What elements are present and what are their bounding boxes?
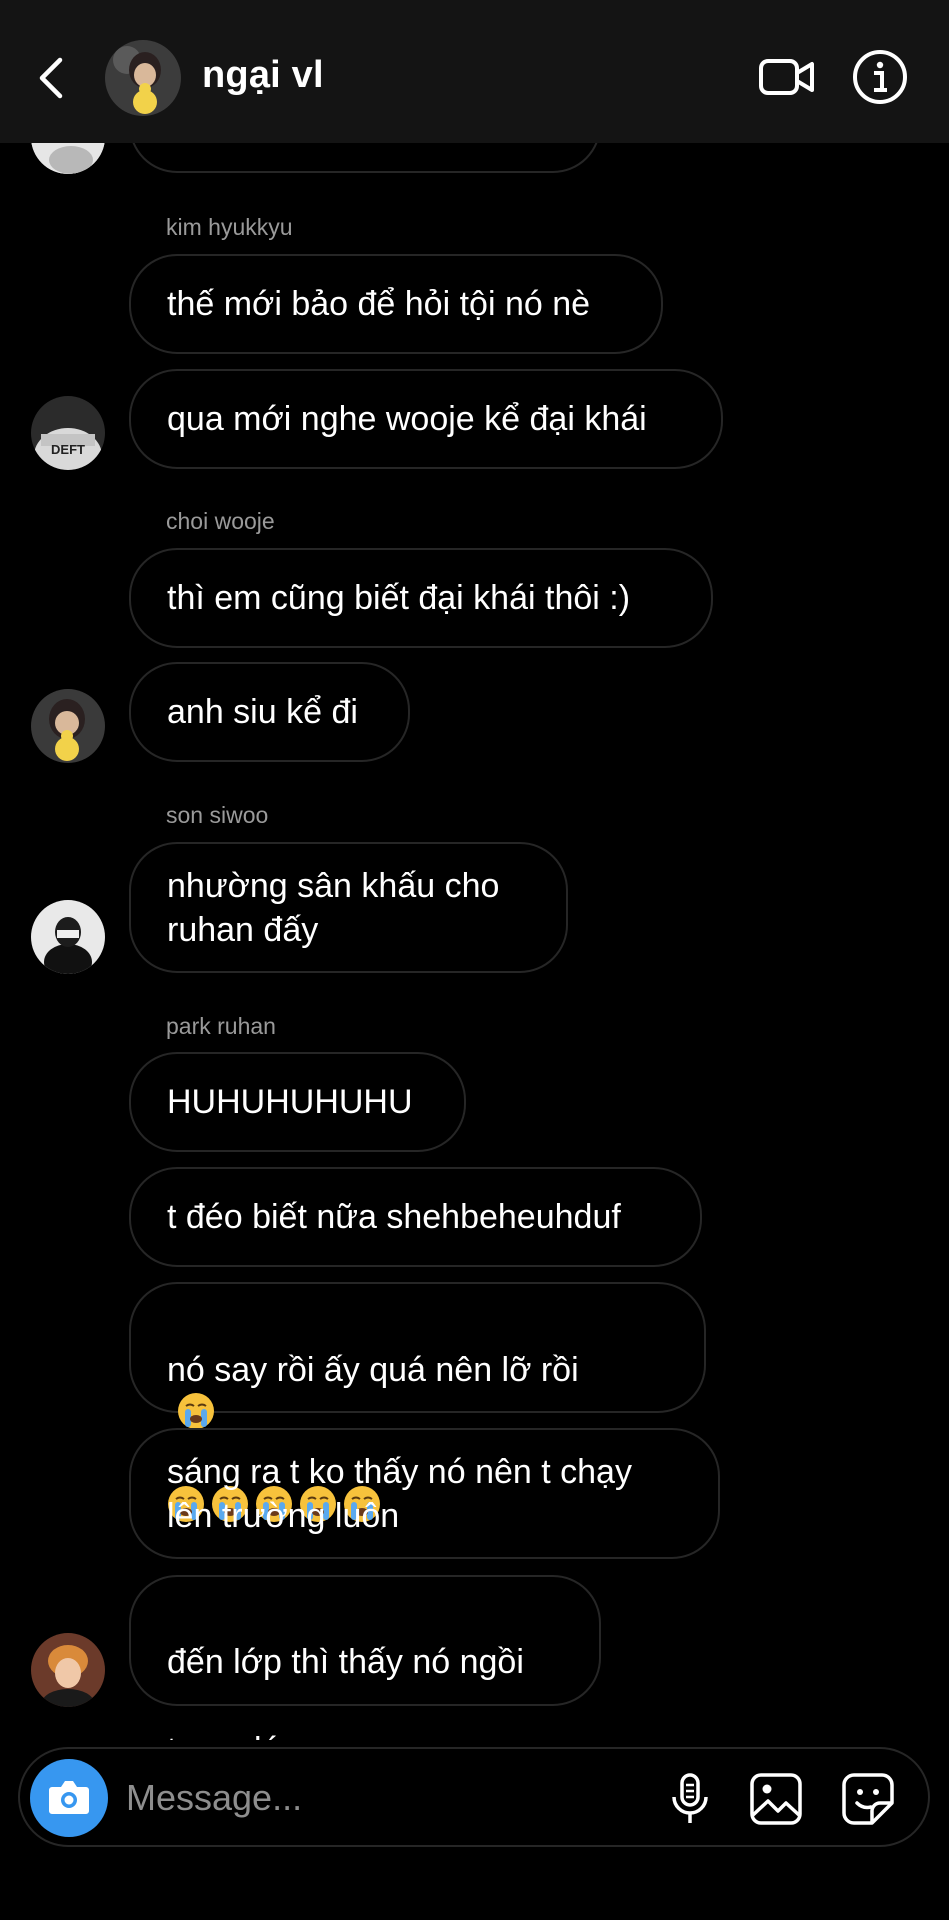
- message-input[interactable]: [124, 1769, 648, 1827]
- avatar-text: DEFT: [51, 442, 85, 457]
- chat-header: ngại vl: [0, 0, 949, 143]
- avatar[interactable]: [31, 1633, 105, 1707]
- sticker-button[interactable]: [840, 1771, 896, 1832]
- image-icon: [750, 1773, 802, 1825]
- info-icon: [853, 50, 907, 104]
- message-bubble[interactable]: sáng ra t ko thấy nó nên t chạy lên trườ…: [129, 1428, 720, 1559]
- message-bubble[interactable]: thì em cũng biết đại khái thôi :): [129, 548, 713, 648]
- message-composer: [18, 1747, 930, 1847]
- camera-icon: [49, 1781, 89, 1814]
- avatar[interactable]: DEFT: [31, 396, 105, 470]
- message-text: nó say rồi ấy quá nên lỡ rồi: [167, 1351, 579, 1389]
- video-call-button[interactable]: [758, 48, 816, 111]
- chat-title[interactable]: ngại vl: [202, 54, 324, 97]
- message-text: trong lớp: [167, 1731, 303, 1740]
- message-text: đến lớp thì thấy nó ngồi: [167, 1643, 524, 1681]
- message-bubble[interactable]: anh siu kể đi: [129, 662, 410, 762]
- sender-name: park ruhan: [166, 1013, 276, 1039]
- chevron-left-icon: [39, 57, 63, 99]
- gallery-button[interactable]: [748, 1771, 804, 1832]
- info-button[interactable]: [851, 48, 909, 111]
- avatar[interactable]: [31, 900, 105, 974]
- camera-button[interactable]: [30, 1759, 108, 1837]
- chat-thread[interactable]: kim hyukkyu thế mới bảo để hỏi tội nó nè…: [0, 0, 949, 1740]
- message-bubble[interactable]: HUHUHUHUHU: [129, 1052, 466, 1152]
- message-bubble[interactable]: qua mới nghe wooje kể đại khái: [129, 369, 723, 469]
- sender-name: choi wooje: [166, 508, 275, 534]
- microphone-icon: [672, 1773, 708, 1823]
- header-avatar[interactable]: [105, 40, 181, 116]
- sender-name: kim hyukkyu: [166, 214, 293, 240]
- sticker-icon: [842, 1773, 894, 1825]
- message-bubble[interactable]: nó say rồi ấy quá nên lỡ rồi: [129, 1282, 706, 1522]
- message-bubble[interactable]: thế mới bảo để hỏi tội nó nè: [129, 254, 663, 354]
- message-bubble[interactable]: t đéo biết nữa shehbeheuhduf: [129, 1167, 702, 1267]
- microphone-button[interactable]: [662, 1771, 718, 1832]
- sender-name: son siwoo: [166, 802, 269, 828]
- avatar[interactable]: [31, 689, 105, 763]
- message-bubble[interactable]: đến lớp thì thấy nó ngồi trong lớp: [129, 1575, 601, 1740]
- video-camera-icon: [759, 59, 814, 95]
- message-bubble[interactable]: nhường sân khấu cho ruhan đấy: [129, 842, 568, 973]
- back-button[interactable]: [30, 48, 74, 108]
